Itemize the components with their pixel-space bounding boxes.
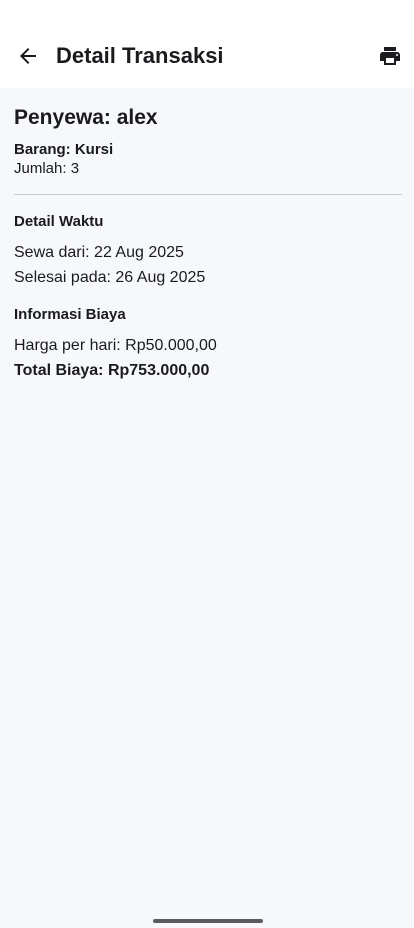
item-name: Barang: Kursi xyxy=(14,141,114,158)
app-bar: Detail Transaksi xyxy=(0,24,414,88)
divider xyxy=(14,194,402,195)
renter-name: Penyewa: alex xyxy=(14,106,158,129)
page-title: Detail Transaksi xyxy=(56,43,224,68)
arrow-back-icon xyxy=(20,48,36,64)
rental-end-date: Selesai pada: 26 Aug 2025 xyxy=(14,269,206,286)
quantity: Jumlah: 3 xyxy=(14,160,80,177)
transaction-detail-content: Penyewa: alex Barang: Kursi Jumlah: 3 De… xyxy=(14,88,402,381)
total-cost: Total Biaya: Rp753.000,00 xyxy=(14,362,210,379)
print-button[interactable] xyxy=(370,36,410,76)
home-indicator[interactable] xyxy=(153,919,263,923)
back-button[interactable] xyxy=(8,36,48,76)
printer-icon xyxy=(380,47,400,65)
time-section-heading: Detail Waktu xyxy=(14,213,104,230)
rental-start-date: Sewa dari: 22 Aug 2025 xyxy=(14,244,184,261)
status-bar xyxy=(0,0,414,24)
cost-section-heading: Informasi Biaya xyxy=(14,306,126,323)
price-per-day: Harga per hari: Rp50.000,00 xyxy=(14,337,217,354)
